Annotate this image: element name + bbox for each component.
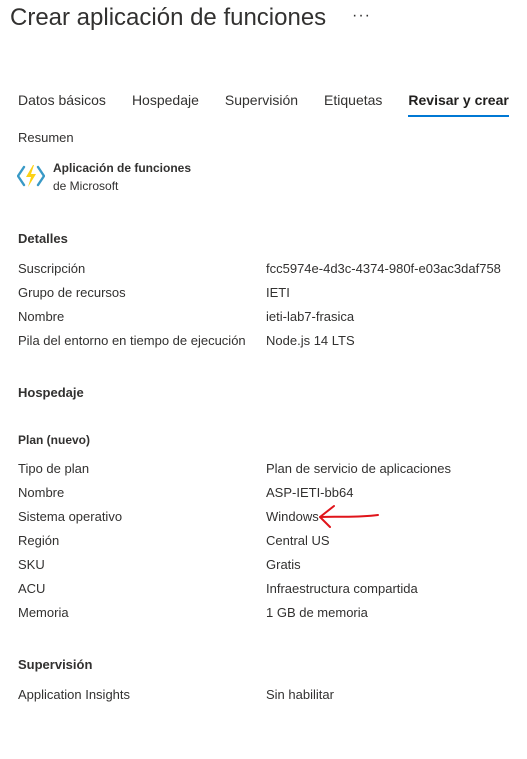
tab-revisar-y-crear[interactable]: Revisar y crear — [408, 91, 510, 117]
detail-label-grupo-recursos: Grupo de recursos — [18, 285, 126, 300]
product-publisher: de Microsoft — [53, 179, 119, 193]
hosting-label-sku: SKU — [18, 557, 45, 572]
hosting-label-region: Región — [18, 533, 60, 548]
detail-label-pila-entorno: Pila del entorno en tiempo de ejecución — [18, 333, 246, 348]
detail-value-nombre: ieti-lab7-frasica — [266, 309, 355, 324]
detail-label-nombre: Nombre — [18, 309, 65, 324]
product-name: Aplicación de funciones — [53, 161, 192, 175]
tab-bar: Datos básicos Hospedaje Supervisión Etiq… — [18, 91, 527, 119]
tab-etiquetas[interactable]: Etiquetas — [324, 91, 382, 117]
hosting-label-nombre: Nombre — [18, 485, 65, 500]
tab-hospedaje[interactable]: Hospedaje — [132, 91, 199, 117]
plan-heading: Plan (nuevo) — [18, 433, 91, 447]
monitoring-heading: Supervisión — [18, 657, 93, 672]
detail-value-pila-entorno: Node.js 14 LTS — [266, 333, 355, 348]
monitoring-label-app-insights: Application Insights — [18, 687, 131, 702]
hosting-value-acu: Infraestructura compartida — [266, 581, 418, 596]
details-heading: Detalles — [18, 231, 68, 246]
hosting-value-tipo-plan: Plan de servicio de aplicaciones — [266, 461, 451, 476]
tab-supervision[interactable]: Supervisión — [225, 91, 298, 117]
summary-heading: Resumen — [18, 130, 74, 145]
hosting-label-tipo-plan: Tipo de plan — [18, 461, 90, 476]
hosting-label-sistema-operativo: Sistema operativo — [18, 509, 123, 524]
function-app-lightning-icon — [17, 165, 45, 187]
hosting-value-region: Central US — [266, 533, 330, 548]
hosting-value-sistema-operativo: Windows — [266, 509, 319, 524]
hosting-heading: Hospedaje — [18, 385, 84, 400]
detail-value-grupo-recursos: IETI — [266, 285, 290, 300]
page-title: Crear aplicación de funciones — [10, 4, 327, 31]
more-options-button[interactable]: ··· — [352, 7, 371, 25]
hosting-value-memoria: 1 GB de memoria — [266, 605, 368, 620]
detail-label-suscripcion: Suscripción — [18, 261, 86, 276]
red-arrow-annotation-icon — [319, 505, 379, 528]
tab-datos-basicos[interactable]: Datos básicos — [18, 91, 106, 117]
detail-value-suscripcion: fcc5974e-4d3c-4374-980f-e03ac3daf758 — [266, 261, 501, 276]
hosting-label-acu: ACU — [18, 581, 46, 596]
hosting-value-nombre: ASP-IETI-bb64 — [266, 485, 354, 500]
hosting-value-sku: Gratis — [266, 557, 301, 572]
hosting-label-memoria: Memoria — [18, 605, 69, 620]
monitoring-value-app-insights: Sin habilitar — [266, 687, 334, 702]
